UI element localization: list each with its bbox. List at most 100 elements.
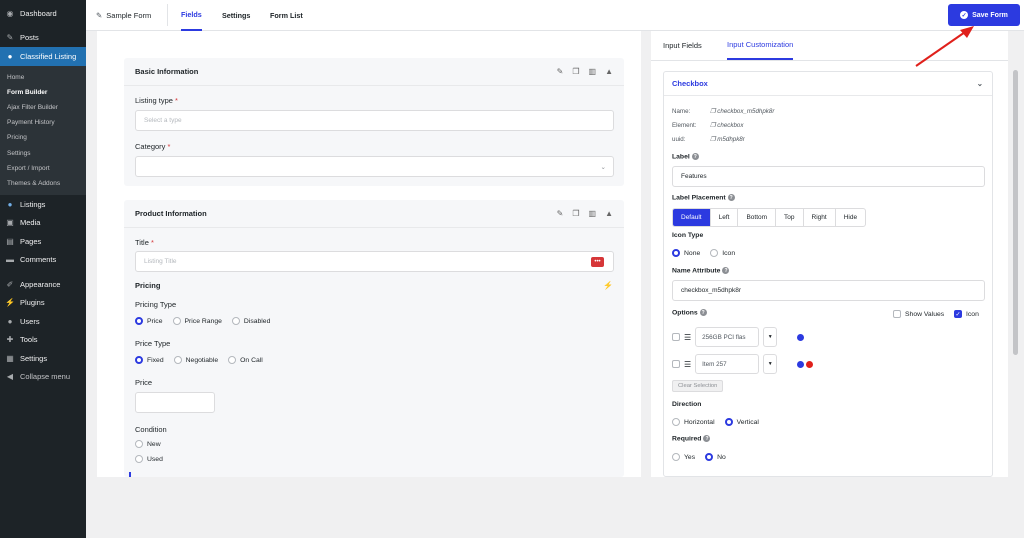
menu-item-settings[interactable]: ▦ Settings bbox=[0, 349, 86, 368]
menu-item-appearance[interactable]: ✐ Appearance bbox=[0, 275, 86, 294]
help-icon[interactable]: ? bbox=[699, 309, 707, 316]
drag-handle-icon[interactable]: ☰ bbox=[684, 360, 691, 369]
show-values-toggle[interactable]: Show Values bbox=[893, 310, 944, 318]
option-checkbox[interactable] bbox=[672, 360, 680, 368]
radio-on-call[interactable]: On Call bbox=[228, 356, 263, 364]
price-input[interactable] bbox=[135, 392, 215, 413]
add-option-icon[interactable] bbox=[797, 333, 805, 341]
option-label-input[interactable]: Item 257 bbox=[695, 354, 760, 374]
option-label-input[interactable]: 256GB PCI flas bbox=[695, 327, 760, 347]
option-checkbox[interactable] bbox=[672, 333, 680, 341]
radio-vertical[interactable]: Vertical bbox=[724, 418, 759, 426]
scrollbar-thumb[interactable] bbox=[1013, 70, 1018, 355]
collapse-menu-button[interactable]: ◀ Collapse menu bbox=[0, 368, 86, 387]
checkbox[interactable]: ✓ bbox=[954, 310, 962, 318]
menu-item-dashboard[interactable]: ◉ Dashboard bbox=[0, 4, 86, 23]
menu-item-posts[interactable]: ✎ Posts bbox=[0, 29, 86, 48]
radio-horizontal[interactable]: Horizontal bbox=[672, 418, 715, 426]
help-icon[interactable]: ? bbox=[703, 435, 711, 442]
collapse-up-icon[interactable]: ▲ bbox=[605, 209, 613, 218]
checkbox[interactable] bbox=[893, 310, 901, 318]
radio-disabled[interactable]: Disabled bbox=[231, 317, 270, 325]
category-select[interactable]: ⌄ bbox=[135, 156, 614, 177]
submenu-item-themes-addons[interactable]: Themes & Addons bbox=[0, 176, 86, 191]
tab-form-list[interactable]: Form List bbox=[270, 0, 303, 31]
placement-left[interactable]: Left bbox=[711, 209, 739, 226]
field-label-listing-type: Listing type * bbox=[135, 96, 178, 105]
clear-selection-button[interactable]: Clear Selection bbox=[672, 380, 724, 392]
caret-down-icon[interactable]: ▼ bbox=[763, 327, 778, 347]
card-header[interactable]: Checkbox ⌄ bbox=[664, 72, 992, 96]
radio-negotiable[interactable]: Negotiable bbox=[173, 356, 218, 364]
listing-type-select[interactable]: Select a type bbox=[135, 110, 614, 131]
condition-radio-used[interactable]: Used bbox=[135, 455, 173, 463]
radio-yes[interactable]: Yes bbox=[672, 453, 695, 461]
radio-label: On Call bbox=[240, 356, 263, 364]
chevron-down-icon[interactable]: ⌄ bbox=[977, 79, 983, 88]
section-header[interactable]: Product Information bbox=[124, 200, 624, 228]
tab-input-customization[interactable]: Input Customization bbox=[727, 31, 794, 60]
section-header[interactable]: Basic Information bbox=[124, 58, 624, 86]
placement-bottom[interactable]: Bottom bbox=[738, 209, 777, 226]
icon-toggle[interactable]: ✓ Icon bbox=[954, 310, 979, 318]
label-text: Label bbox=[672, 153, 690, 161]
add-option-icon[interactable] bbox=[797, 360, 805, 368]
trash-icon[interactable]: ▥ bbox=[589, 67, 597, 76]
menu-label: Collapse menu bbox=[20, 372, 71, 382]
radio-no[interactable]: No bbox=[705, 453, 726, 461]
menu-item-users[interactable]: ● Users bbox=[0, 312, 86, 331]
radio-price-range[interactable]: Price Range bbox=[172, 317, 222, 325]
remove-option-icon[interactable] bbox=[806, 360, 814, 368]
help-icon[interactable]: ? bbox=[727, 194, 735, 201]
caret-down-icon[interactable]: ▼ bbox=[763, 354, 778, 374]
trash-icon[interactable]: ▥ bbox=[589, 209, 597, 218]
submenu-item-ajax-filter-builder[interactable]: Ajax Filter Builder bbox=[0, 100, 86, 115]
label-input[interactable]: Features bbox=[672, 166, 985, 187]
pricing-type-radios: Price Price Range Disabled bbox=[135, 317, 280, 325]
form-name[interactable]: ✎ Sample Form bbox=[96, 0, 151, 31]
name-attribute-input[interactable]: checkbox_m5dhpk8r bbox=[672, 280, 985, 301]
radio-new[interactable]: New bbox=[135, 440, 161, 448]
radio-fixed[interactable]: Fixed bbox=[135, 356, 164, 364]
menu-item-classified-listing[interactable]: ● Classified Listing bbox=[0, 47, 86, 66]
placement-hide[interactable]: Hide bbox=[836, 209, 865, 226]
menu-item-pages[interactable]: ▤ Pages bbox=[0, 232, 86, 251]
condition-radio-new[interactable]: New bbox=[135, 440, 171, 448]
tab-fields[interactable]: Fields bbox=[181, 0, 202, 31]
placement-top[interactable]: Top bbox=[776, 209, 804, 226]
submenu-item-settings[interactable]: Settings bbox=[0, 145, 86, 160]
placement-default[interactable]: Default bbox=[673, 209, 711, 226]
copy-icon[interactable]: ❐ bbox=[572, 209, 579, 218]
edit-icon[interactable]: ✎ bbox=[557, 209, 564, 218]
menu-item-listings[interactable]: ● Listings bbox=[0, 195, 86, 214]
menu-item-tools[interactable]: ✚ Tools bbox=[0, 331, 86, 350]
lightning-icon[interactable]: ⚡ bbox=[603, 281, 613, 290]
menu-item-media[interactable]: ▣ Media bbox=[0, 214, 86, 233]
required-radios: Yes No bbox=[672, 453, 736, 461]
help-icon[interactable]: ? bbox=[691, 153, 699, 160]
submenu-item-export-import[interactable]: Export / Import bbox=[0, 161, 86, 176]
menu-item-comments[interactable]: ▬ Comments bbox=[0, 251, 86, 270]
menu-label: Classified Listing bbox=[20, 51, 77, 61]
select-placeholder: Select a type bbox=[144, 117, 182, 124]
copy-icon[interactable]: ❐ bbox=[572, 67, 579, 76]
radio-none[interactable]: None bbox=[672, 249, 700, 257]
radio-icon[interactable]: Icon bbox=[710, 249, 735, 257]
title-input[interactable]: Listing Title ••• bbox=[135, 251, 614, 272]
collapse-up-icon[interactable]: ▲ bbox=[605, 67, 613, 76]
menu-item-plugins[interactable]: ⚡ Plugins bbox=[0, 294, 86, 313]
submenu-item-home[interactable]: Home bbox=[0, 70, 86, 85]
placement-right[interactable]: Right bbox=[804, 209, 836, 226]
radio-price[interactable]: Price bbox=[135, 317, 163, 325]
drag-handle-icon[interactable]: ☰ bbox=[684, 333, 691, 342]
tab-settings[interactable]: Settings bbox=[222, 0, 250, 31]
help-icon[interactable]: ? bbox=[722, 267, 730, 274]
submenu-item-pricing[interactable]: Pricing bbox=[0, 130, 86, 145]
radio-used[interactable]: Used bbox=[135, 455, 163, 463]
tab-input-fields[interactable]: Input Fields bbox=[663, 31, 702, 60]
submenu-item-payment-history[interactable]: Payment History bbox=[0, 115, 86, 130]
submenu-item-form-builder[interactable]: Form Builder bbox=[0, 85, 86, 100]
edit-icon[interactable]: ✎ bbox=[557, 67, 564, 76]
radio-label: Vertical bbox=[736, 418, 759, 426]
more-options-icon[interactable]: ••• bbox=[591, 257, 604, 267]
